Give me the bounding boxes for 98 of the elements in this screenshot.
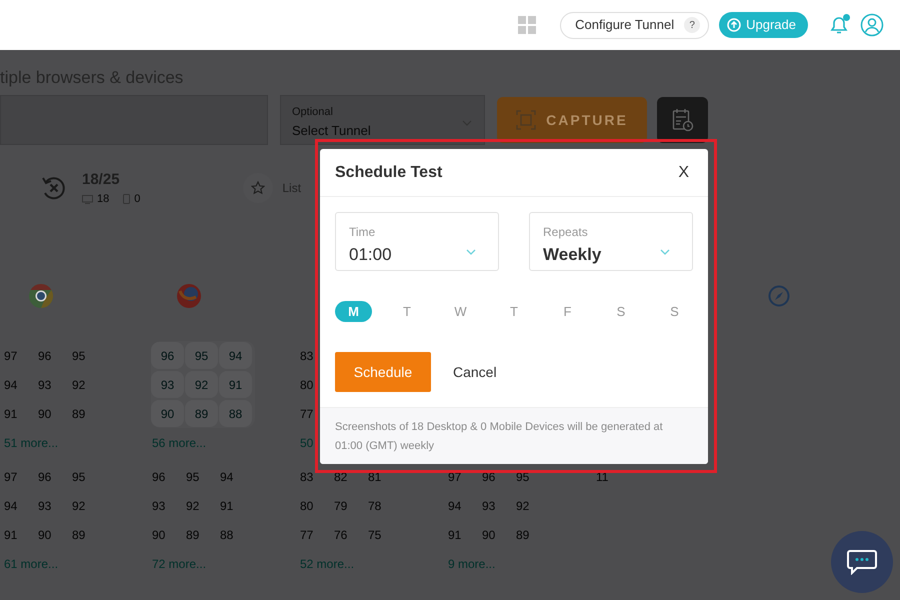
cancel-button[interactable]: Cancel (453, 362, 497, 382)
version-item[interactable]: 94 (3, 376, 37, 394)
dropdown-field[interactable]: Time 01:00 (335, 212, 499, 271)
more-link[interactable]: 56 more... (151, 434, 299, 452)
version-item[interactable]: 79 (333, 496, 367, 514)
version-item[interactable]: 93 (37, 376, 71, 394)
version-item[interactable]: 92 (515, 496, 549, 514)
version-item[interactable]: 90 (151, 526, 185, 544)
version-item[interactable]: 11 (595, 468, 629, 486)
day-toggle[interactable]: W (442, 301, 479, 322)
version-item[interactable]: 90 (37, 404, 71, 422)
star-icon (251, 181, 266, 195)
version-item[interactable]: 90 (151, 400, 184, 427)
version-item[interactable]: 96 (151, 468, 185, 486)
version-item[interactable]: 97 (3, 346, 37, 364)
version-item[interactable]: 94 (219, 468, 253, 486)
day-toggle[interactable]: M (335, 301, 372, 322)
day-toggle[interactable]: S (656, 301, 693, 322)
day-toggle[interactable]: S (602, 301, 640, 322)
version-item[interactable]: 95 (71, 468, 105, 486)
capture-button[interactable]: CAPTURE (497, 97, 647, 143)
chat-bubble-icon (847, 549, 877, 575)
version-item[interactable]: 81 (367, 468, 401, 486)
compass-icon (768, 285, 790, 307)
frame-icon (516, 110, 536, 130)
more-link[interactable]: 72 more... (151, 555, 299, 573)
more-link[interactable]: 52 more... (299, 555, 447, 573)
version-item[interactable]: 91 (219, 371, 252, 398)
version-item[interactable]: 96 (37, 468, 71, 486)
version-item[interactable]: 92 (185, 496, 219, 514)
version-item[interactable]: 80 (299, 496, 333, 514)
version-item[interactable]: 96 (481, 468, 515, 486)
version-item[interactable]: 94 (219, 342, 252, 369)
chevron-down-icon (660, 249, 670, 255)
dialog-title: Schedule Test (335, 162, 442, 182)
version-item[interactable]: 92 (71, 376, 105, 394)
grid-icon[interactable] (518, 16, 536, 34)
version-item[interactable]: 94 (3, 496, 37, 514)
version-item[interactable]: 93 (151, 496, 185, 514)
version-item[interactable]: 83 (299, 468, 333, 486)
tunnel-select[interactable]: Optional Select Tunnel (280, 95, 485, 145)
phone-icon (123, 194, 130, 204)
day-toggle[interactable]: F (549, 301, 586, 322)
version-item[interactable]: 76 (333, 526, 367, 544)
configure-tunnel-button[interactable]: Configure Tunnel ? (560, 12, 710, 38)
more-link[interactable]: 61 more... (3, 555, 151, 573)
version-item[interactable]: 89 (185, 400, 218, 427)
version-item[interactable]: 93 (37, 496, 71, 514)
monitor-icon (82, 194, 93, 204)
dropdown-field[interactable]: Repeats Weekly (529, 212, 693, 271)
version-item[interactable]: 96 (37, 346, 71, 364)
version-item[interactable]: 77 (299, 526, 333, 544)
version-item[interactable]: 97 (447, 468, 481, 486)
version-item[interactable]: 75 (367, 526, 401, 544)
configure-tunnel-label: Configure Tunnel (575, 16, 674, 34)
version-item[interactable]: 97 (3, 468, 37, 486)
version-item[interactable]: 95 (515, 468, 549, 486)
version-item[interactable]: 92 (71, 496, 105, 514)
version-item[interactable]: 90 (37, 526, 71, 544)
version-item[interactable]: 91 (447, 526, 481, 544)
version-item[interactable]: 90 (481, 526, 515, 544)
version-item[interactable]: 96 (151, 342, 184, 369)
version-item[interactable]: 93 (481, 496, 515, 514)
help-badge[interactable]: ? (684, 17, 700, 33)
calendar-clock-icon (672, 108, 694, 132)
version-item[interactable]: 91 (3, 526, 37, 544)
version-item[interactable]: 88 (219, 526, 253, 544)
version-item[interactable]: 89 (515, 526, 549, 544)
schedule-button[interactable]: Schedule (335, 352, 431, 392)
version-item[interactable]: 95 (185, 342, 218, 369)
version-item[interactable]: 88 (219, 400, 252, 427)
schedule-summary-note: Screenshots of 18 Desktop & 0 Mobile Devices will be generated at 01:00 (GMT) weekly (335, 420, 664, 454)
version-item[interactable]: 91 (219, 496, 253, 514)
desktop-count: 18 (97, 192, 110, 207)
chrome-icon (28, 283, 54, 309)
firefox-icon (176, 283, 202, 309)
version-item[interactable]: 95 (71, 346, 105, 364)
upgrade-button[interactable]: Upgrade (719, 12, 808, 38)
version-item[interactable]: 92 (185, 371, 218, 398)
close-button[interactable]: X (674, 160, 693, 184)
user-icon[interactable] (860, 13, 884, 37)
day-toggle[interactable]: T (388, 301, 426, 322)
schedule-calendar-button[interactable] (657, 97, 708, 143)
more-link[interactable]: 51 more... (3, 434, 151, 452)
version-item[interactable]: 89 (71, 526, 105, 544)
version-item[interactable]: 93 (151, 371, 184, 398)
version-item[interactable]: 91 (3, 404, 37, 422)
bell-icon[interactable] (828, 14, 850, 36)
more-link[interactable]: 9 more... (447, 555, 595, 573)
day-toggle[interactable]: T (496, 301, 532, 322)
chevron-down-icon (466, 249, 476, 255)
version-item[interactable]: 89 (71, 404, 105, 422)
version-item[interactable]: 95 (185, 468, 219, 486)
mobile-count: 0 (134, 192, 140, 207)
version-item[interactable]: 89 (185, 526, 219, 544)
version-item[interactable]: 94 (447, 496, 481, 514)
version-item[interactable]: 78 (367, 496, 401, 514)
upload-circle-icon (727, 18, 742, 32)
